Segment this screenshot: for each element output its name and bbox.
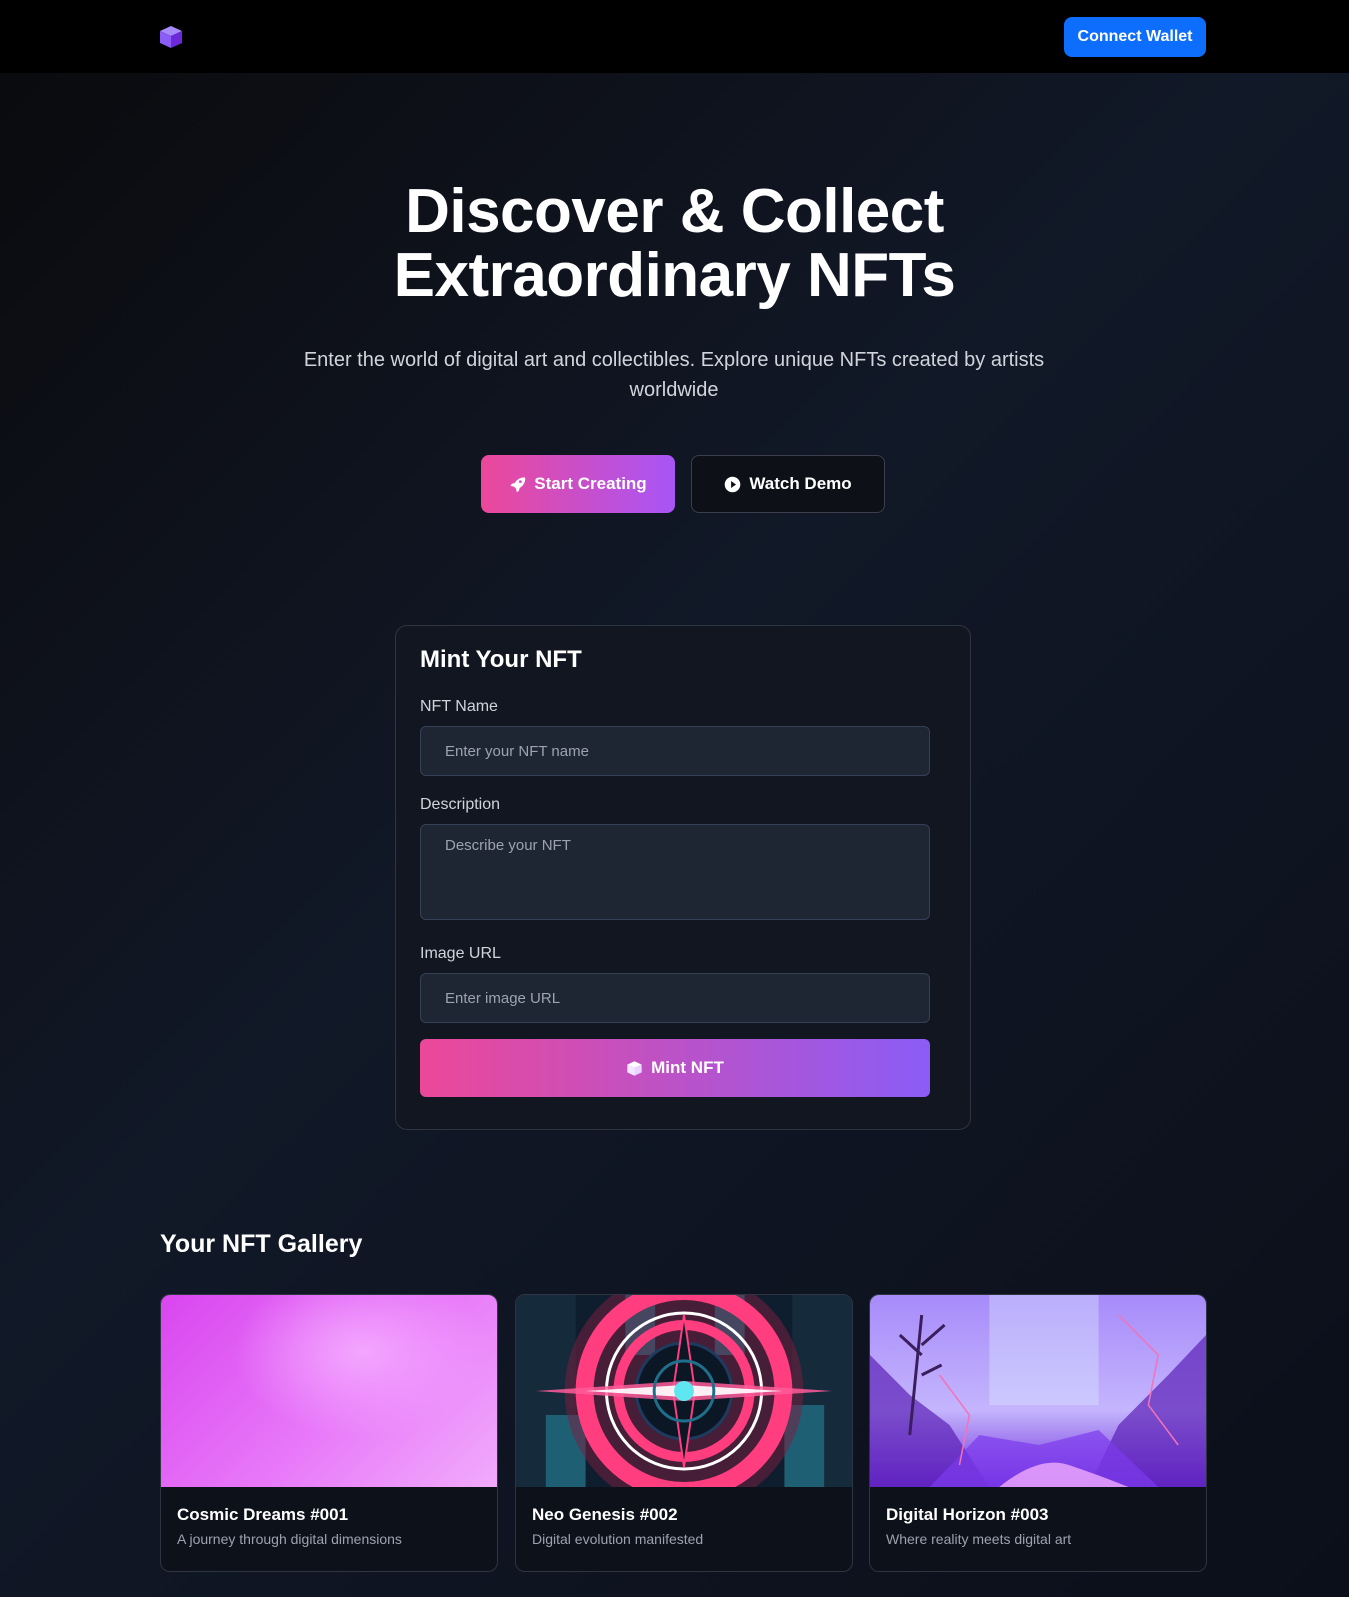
mint-nft-button[interactable]: Mint NFT bbox=[420, 1039, 930, 1097]
hero-title-line-2: Extraordinary NFTs bbox=[393, 241, 956, 310]
gallery-title: Your NFT Gallery bbox=[160, 1230, 363, 1258]
hero-title-line-1: Discover & Collect bbox=[405, 177, 944, 246]
nft-description: A journey through digital dimensions bbox=[177, 1531, 402, 1547]
image-url-label: Image URL bbox=[420, 945, 501, 962]
hero-subtitle: Enter the world of digital art and colle… bbox=[303, 349, 1045, 401]
top-nav: Connect Wallet bbox=[0, 0, 1349, 73]
mint-nft-label: Mint NFT bbox=[651, 1058, 724, 1077]
connect-wallet-button[interactable]: Connect Wallet bbox=[1064, 17, 1206, 57]
nft-name: Cosmic Dreams #001 bbox=[177, 1505, 349, 1524]
description-textarea[interactable] bbox=[420, 824, 930, 920]
watch-demo-label: Watch Demo bbox=[749, 474, 852, 493]
nft-name: Digital Horizon #003 bbox=[886, 1505, 1049, 1524]
nft-name: Neo Genesis #002 bbox=[532, 1505, 678, 1524]
nft-name-input[interactable] bbox=[420, 726, 930, 776]
start-creating-label: Start Creating bbox=[534, 474, 647, 493]
nft-image bbox=[516, 1295, 852, 1487]
nft-card[interactable]: Neo Genesis #002 Digital evolution manif… bbox=[515, 1294, 853, 1572]
rocket-icon bbox=[510, 476, 526, 492]
start-creating-button[interactable]: Start Creating bbox=[481, 455, 675, 513]
nft-name-label: NFT Name bbox=[420, 698, 498, 715]
cube-icon[interactable] bbox=[158, 24, 184, 50]
nft-card[interactable]: Cosmic Dreams #001 A journey through dig… bbox=[160, 1294, 498, 1572]
nft-image bbox=[161, 1295, 497, 1487]
description-label: Description bbox=[420, 796, 501, 813]
image-url-input[interactable] bbox=[420, 973, 930, 1023]
mint-nft-card: Mint Your NFT NFT Name Description Image… bbox=[395, 625, 971, 1130]
nft-description: Where reality meets digital art bbox=[886, 1531, 1072, 1547]
nft-description: Digital evolution manifested bbox=[532, 1531, 704, 1547]
watch-demo-button[interactable]: Watch Demo bbox=[691, 455, 885, 513]
cube-icon bbox=[627, 1060, 642, 1076]
nft-image bbox=[870, 1295, 1206, 1487]
nft-card[interactable]: Digital Horizon #003 Where reality meets… bbox=[869, 1294, 1207, 1572]
play-circle-icon bbox=[725, 476, 741, 492]
mint-title: Mint Your NFT bbox=[420, 646, 582, 673]
hero-title: Discover & Collect Extraordinary NFTs bbox=[0, 180, 1349, 308]
